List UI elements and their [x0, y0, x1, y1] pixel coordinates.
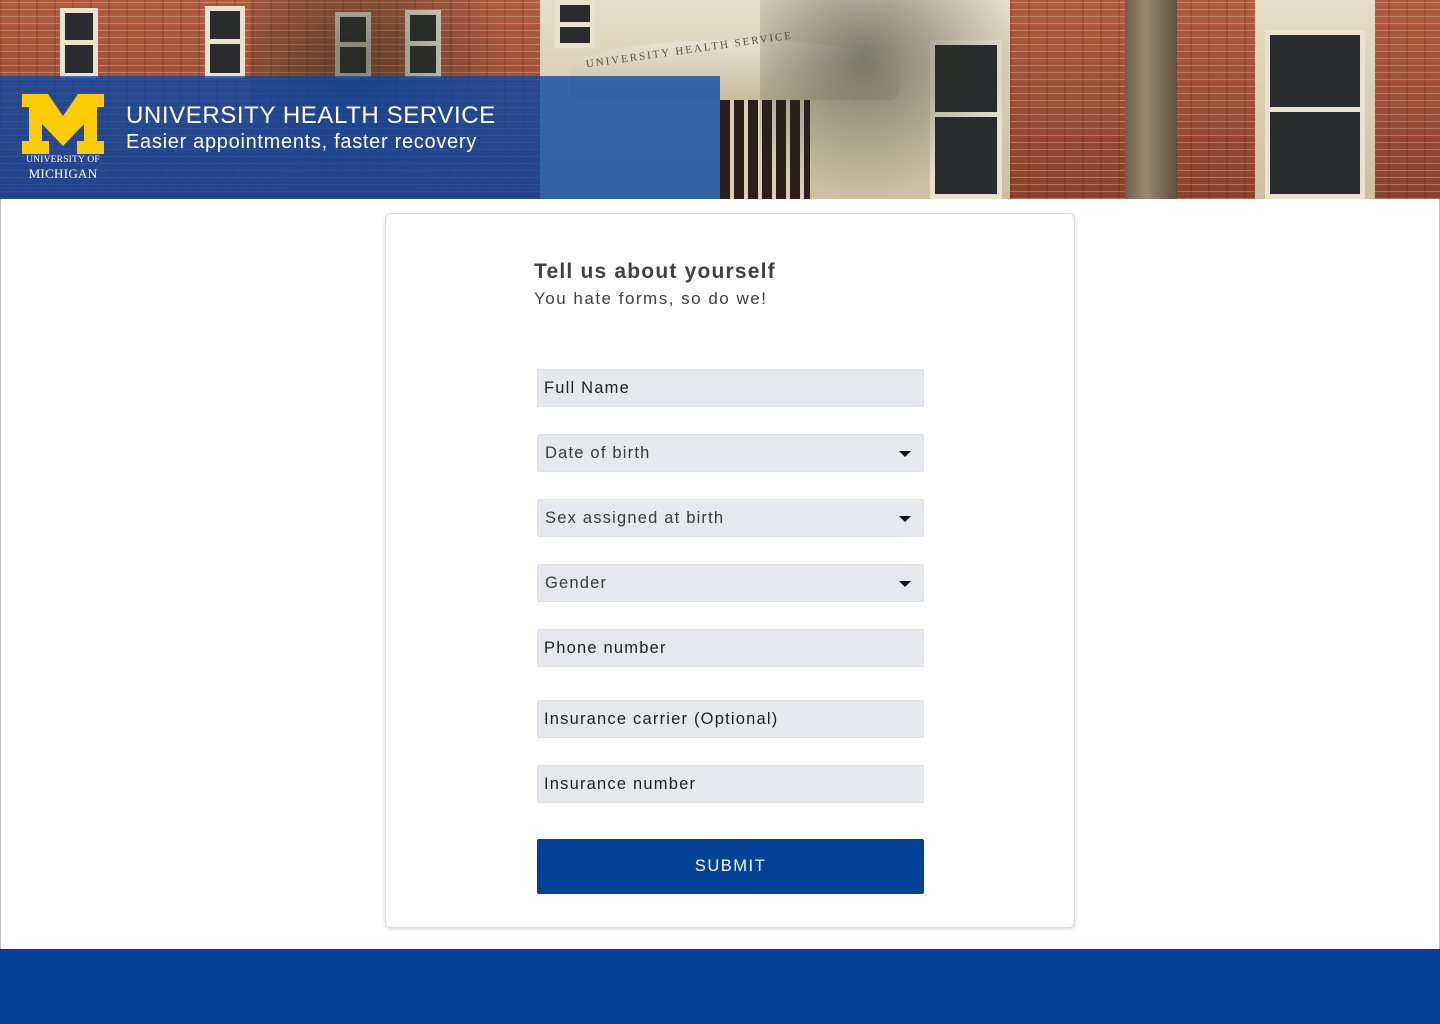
form-title: Tell us about yourself	[534, 260, 776, 283]
site-title: UNIVERSITY HEALTH SERVICE	[126, 102, 496, 129]
university-of-michigan-logo[interactable]: UNIVERSITY OF MICHIGAN	[20, 94, 106, 182]
logo-text-michigan: MICHIGAN	[28, 166, 98, 181]
gender-select[interactable]: Gender	[537, 564, 924, 602]
sex-assigned-at-birth-select[interactable]: Sex assigned at birth	[537, 499, 924, 537]
sex-assigned-at-birth-label: Sex assigned at birth	[545, 508, 725, 527]
submit-button[interactable]: SUBMIT	[537, 839, 924, 894]
chevron-down-icon	[899, 451, 911, 457]
date-of-birth-select[interactable]: Date of birth	[537, 434, 924, 472]
insurance-number-input[interactable]	[537, 765, 924, 803]
phone-number-input[interactable]	[537, 629, 924, 667]
hero-banner: UNIVERSITY HEALTH SERVICE	[0, 0, 1440, 199]
logo-text-university-of: UNIVERSITY OF	[26, 155, 100, 165]
form-subtitle: You hate forms, so do we!	[534, 289, 768, 308]
insurance-carrier-input[interactable]	[537, 700, 924, 738]
date-of-birth-label: Date of birth	[545, 443, 651, 462]
chevron-down-icon	[899, 581, 911, 587]
block-m-icon	[22, 94, 104, 154]
full-name-input[interactable]	[537, 369, 924, 407]
footer-bar	[0, 949, 1440, 1024]
chevron-down-icon	[899, 516, 911, 522]
gender-label: Gender	[545, 573, 608, 592]
site-tagline: Easier appointments, faster recovery	[126, 131, 477, 153]
